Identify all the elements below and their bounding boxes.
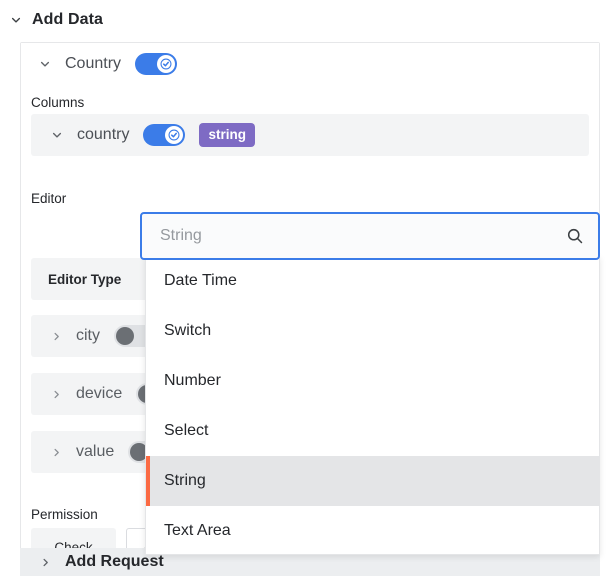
dropdown-item-label: Date Time <box>164 272 237 290</box>
page-title: Add Data <box>32 11 103 29</box>
toggle-knob <box>165 126 183 144</box>
column-name-label: country <box>77 126 129 144</box>
column-name-label: city <box>76 327 100 345</box>
editor-type-label: Editor Type <box>31 258 161 300</box>
status-badge-type: string <box>199 123 255 148</box>
editor-label: Editor <box>31 191 66 206</box>
columns-label: Columns <box>31 95 84 110</box>
dropdown-item-label: Switch <box>164 322 211 340</box>
chevron-down-icon <box>51 129 63 141</box>
dropdown-item-date-time[interactable]: Date Time <box>146 256 599 306</box>
dropdown-item-number[interactable]: Number <box>146 356 599 406</box>
group-enable-toggle[interactable] <box>135 53 177 75</box>
chevron-down-icon <box>39 58 51 70</box>
column-name-label: value <box>76 443 114 461</box>
dropdown-item-label: Text Area <box>164 522 231 540</box>
add-data-section-header[interactable]: Add Data <box>10 6 103 34</box>
chevron-down-icon <box>10 14 22 26</box>
column-name-label: device <box>76 385 122 403</box>
editor-type-dropdown[interactable]: Date Time Switch Number Select String Te… <box>145 256 600 555</box>
dropdown-item-string[interactable]: String <box>146 456 599 506</box>
search-input[interactable]: String <box>160 227 566 245</box>
dropdown-item-label: String <box>164 472 206 490</box>
screen-root: Add Data Country Columns <box>0 0 616 576</box>
search-icon <box>566 227 584 245</box>
chevron-right-icon <box>40 557 51 568</box>
editor-type-select[interactable]: String <box>140 212 600 260</box>
toggle-knob <box>116 327 134 345</box>
group-name-label: Country <box>65 55 121 73</box>
chevron-right-icon <box>51 447 62 458</box>
chevron-right-icon <box>51 331 62 342</box>
dropdown-item-label: Number <box>164 372 221 390</box>
dropdown-item-switch[interactable]: Switch <box>146 306 599 356</box>
group-row-country[interactable]: Country <box>21 43 599 85</box>
chevron-right-icon <box>51 389 62 400</box>
dropdown-item-label: Select <box>164 422 208 440</box>
column-row-country[interactable]: country string <box>31 114 589 156</box>
column-enable-toggle[interactable] <box>143 124 185 146</box>
add-request-label: Add Request <box>65 553 164 571</box>
dropdown-item-text-area[interactable]: Text Area <box>146 506 599 555</box>
toggle-knob <box>157 55 175 73</box>
dropdown-item-select[interactable]: Select <box>146 406 599 456</box>
permission-label: Permission <box>31 507 98 522</box>
